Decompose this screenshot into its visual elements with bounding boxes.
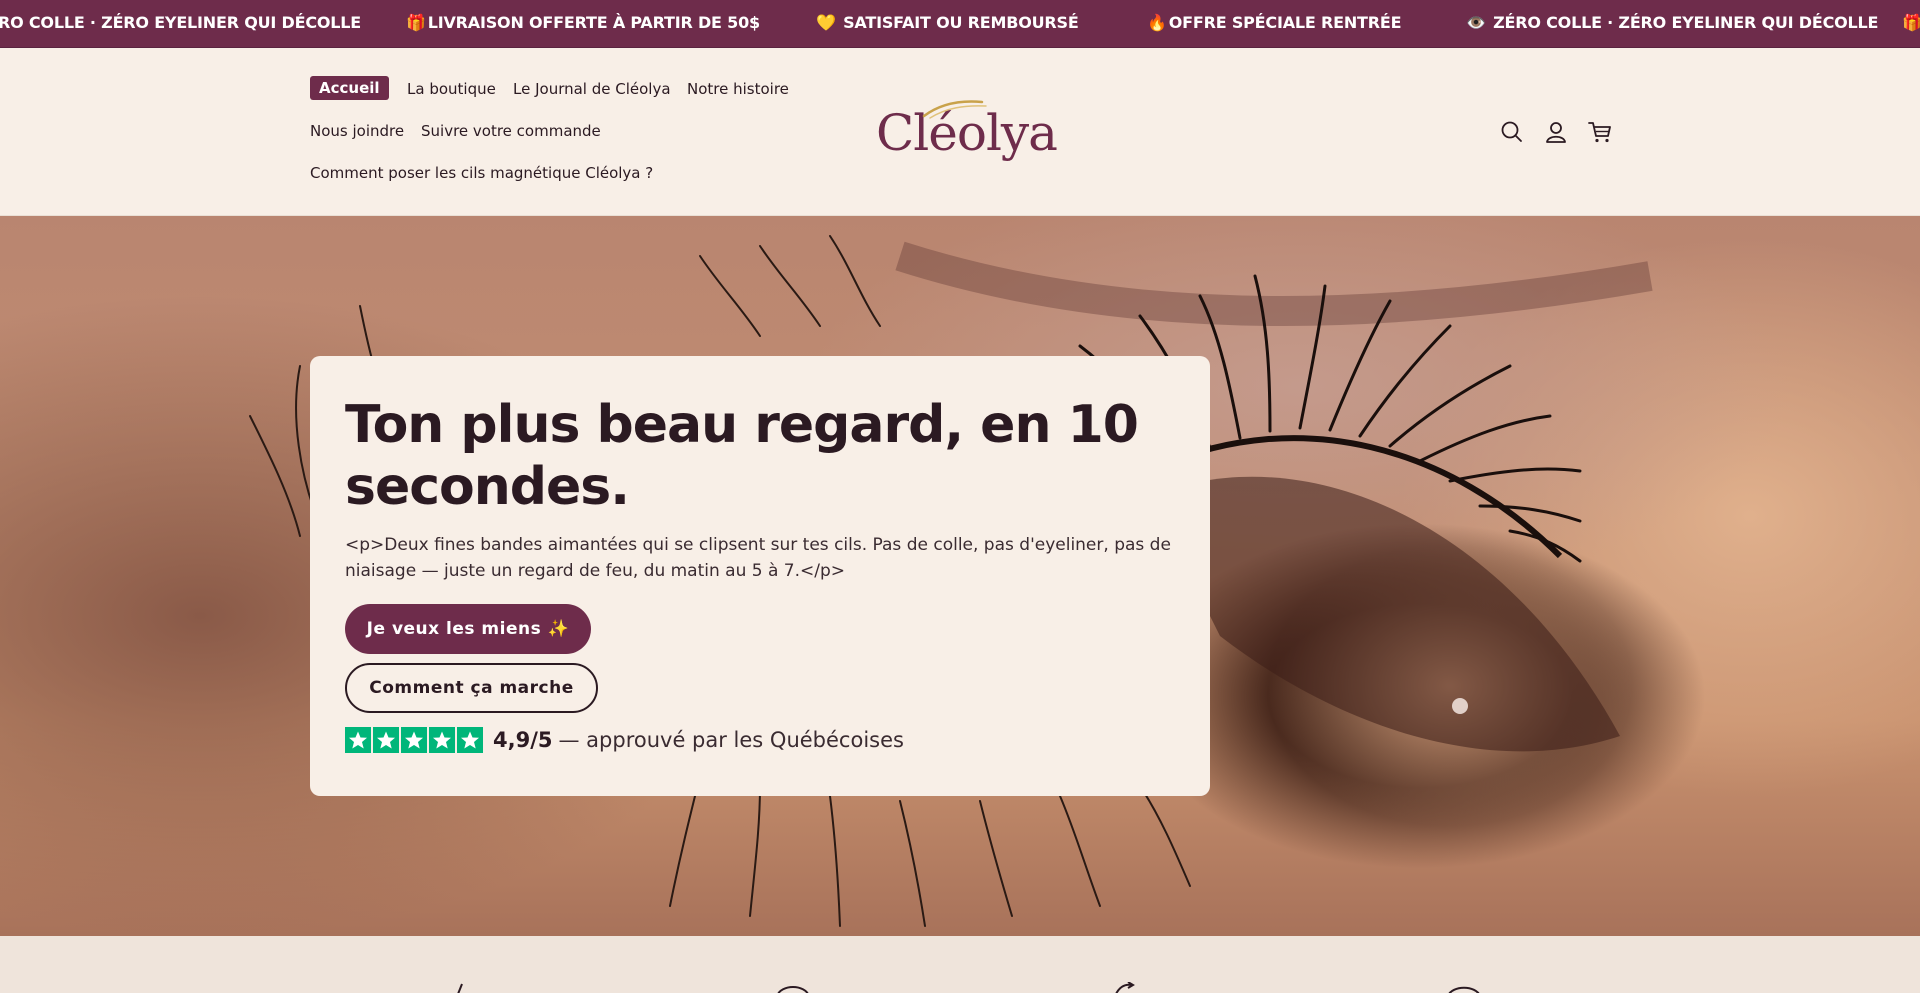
star-icon [457, 727, 483, 753]
nav-item-accueil[interactable]: Accueil [310, 76, 389, 100]
hero-section: Ton plus beau regard, en 10 secondes. <p… [0, 216, 1920, 936]
site-header: Accueil La boutique Le Journal de Cléoly… [0, 48, 1920, 216]
announcement-item: 🎁 [1902, 0, 1920, 47]
rating-stars [345, 727, 483, 753]
shop-now-button[interactable]: Je veux les miens ✨ [345, 604, 591, 654]
nav-item-comment-poser[interactable]: Comment poser les cils magnétique Cléoly… [310, 164, 653, 182]
announcement-bar: RO COLLE · ZÉRO EYELINER QUI DÉCOLLE 🎁 LI… [0, 0, 1920, 48]
star-icon [401, 727, 427, 753]
account-icon[interactable] [1542, 118, 1570, 146]
nav-item-journal[interactable]: Le Journal de Cléolya [513, 80, 671, 98]
eye-glint [1452, 698, 1468, 714]
feature-icon [777, 986, 809, 993]
nav-item-histoire[interactable]: Notre histoire [687, 80, 789, 98]
search-icon[interactable] [1498, 118, 1526, 146]
trustpilot-rating: 4,9/5 — approuvé par les Québécoises [345, 726, 904, 754]
announcement-item: RO COLLE · ZÉRO EYELINER QUI DÉCOLLE [0, 13, 361, 32]
cart-icon[interactable] [1586, 118, 1614, 146]
nav-item-nous-joindre[interactable]: Nous joindre [310, 122, 404, 140]
announcement-item: 👁️ ZÉRO COLLE · ZÉRO EYELINER QUI DÉCOLL… [1466, 13, 1879, 32]
star-icon [345, 727, 371, 753]
fire-icon: 🔥 [1147, 13, 1167, 32]
eye-icon: 👁️ [1466, 13, 1486, 32]
hero-description: <p>Deux fines bandes aimantées qui se cl… [345, 535, 1171, 581]
brand-logo[interactable]: Cléolya [876, 100, 1058, 178]
feature-icon [457, 983, 463, 993]
features-strip [0, 936, 1920, 993]
hero-card: Ton plus beau regard, en 10 secondes. <p… [310, 356, 1210, 796]
logo-swash-icon [922, 100, 987, 119]
feature-icon [1115, 982, 1135, 993]
rating-text: — approuvé par les Québécoises [558, 728, 904, 752]
hero-title: Ton plus beau regard, en 10 secondes. [345, 395, 1139, 517]
how-it-works-button[interactable]: Comment ça marche [345, 663, 598, 713]
feature-icon [1448, 986, 1480, 993]
star-icon [429, 727, 455, 753]
nav-item-boutique[interactable]: La boutique [407, 80, 496, 98]
announcement-item: 🔥 OFFRE SPÉCIALE RENTRÉE [1147, 13, 1402, 32]
heart-icon: 💛 [816, 13, 836, 32]
announcement-item: 💛 SATISFAIT OU REMBOURSÉ [816, 13, 1079, 32]
announcement-item: 🎁 LIVRAISON OFFERTE À PARTIR DE 50$ [406, 13, 760, 32]
nav-item-suivre-commande[interactable]: Suivre votre commande [421, 122, 601, 140]
gift-icon: 🎁 [1902, 13, 1920, 32]
gift-icon: 🎁 [406, 13, 426, 32]
star-icon [373, 727, 399, 753]
rating-score: 4,9/5 [493, 728, 553, 752]
